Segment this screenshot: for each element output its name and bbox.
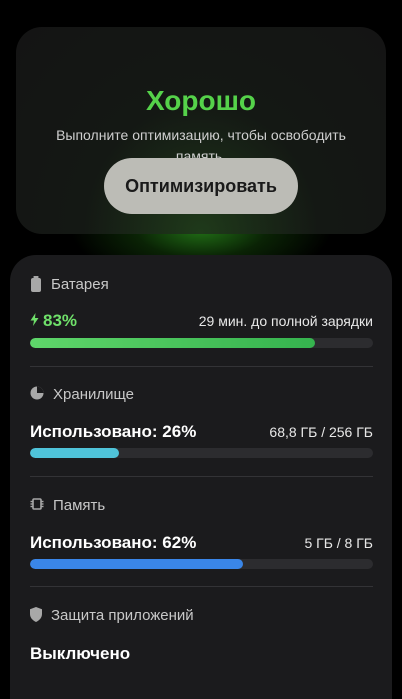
memory-chip-icon <box>30 497 44 513</box>
battery-progress-bar <box>30 338 373 348</box>
app-protection-row: Выключено <box>30 644 373 664</box>
battery-title: Батарея <box>51 275 109 293</box>
battery-percent-text: 83% <box>43 311 78 330</box>
storage-progress-bar <box>30 448 373 458</box>
memory-section-header[interactable]: Память <box>30 495 105 515</box>
memory-row: Использовано: 62% 5 ГБ / 8 ГБ <box>30 533 373 553</box>
storage-progress-fill <box>30 448 120 458</box>
app-protection-section-header[interactable]: Защита приложений <box>30 605 194 625</box>
shield-icon <box>30 607 42 623</box>
app-protection-title: Защита приложений <box>51 606 194 624</box>
battery-progress-fill <box>30 338 315 348</box>
battery-section-header[interactable]: Батарея <box>30 274 109 294</box>
battery-row: 83% 29 мин. до полной зарядки <box>30 311 373 331</box>
battery-charge-time: 29 мин. до полной зарядки <box>198 313 373 329</box>
storage-section-header[interactable]: Хранилище <box>30 384 134 404</box>
divider <box>30 366 373 367</box>
memory-progress-bar <box>30 559 373 569</box>
memory-title: Память <box>53 496 106 514</box>
pie-chart-icon <box>30 386 44 402</box>
lightning-icon <box>30 311 39 331</box>
battery-icon <box>30 276 42 292</box>
storage-row: Использовано: 26% 68,8 ГБ / 256 ГБ <box>30 422 373 442</box>
battery-percent: 83% <box>30 311 77 331</box>
status-title: Хорошо <box>145 85 257 116</box>
memory-capacity: 5 ГБ / 8 ГБ <box>304 535 373 551</box>
storage-title: Хранилище <box>53 385 134 403</box>
storage-capacity: 68,8 ГБ / 256 ГБ <box>269 424 373 440</box>
status-card: Хорошо Выполните оптимизацию, чтобы осво… <box>16 27 386 234</box>
app-protection-state: Выключено <box>30 644 131 663</box>
divider <box>30 476 373 477</box>
device-care-card: Батарея 83% 29 мин. до полной зарядки Хр… <box>10 255 392 699</box>
memory-used: Использовано: 62% <box>30 533 197 552</box>
optimize-button[interactable]: Оптимизировать <box>104 158 298 214</box>
divider <box>30 586 373 587</box>
storage-used: Использовано: 26% <box>30 422 197 441</box>
memory-progress-fill <box>30 559 243 569</box>
